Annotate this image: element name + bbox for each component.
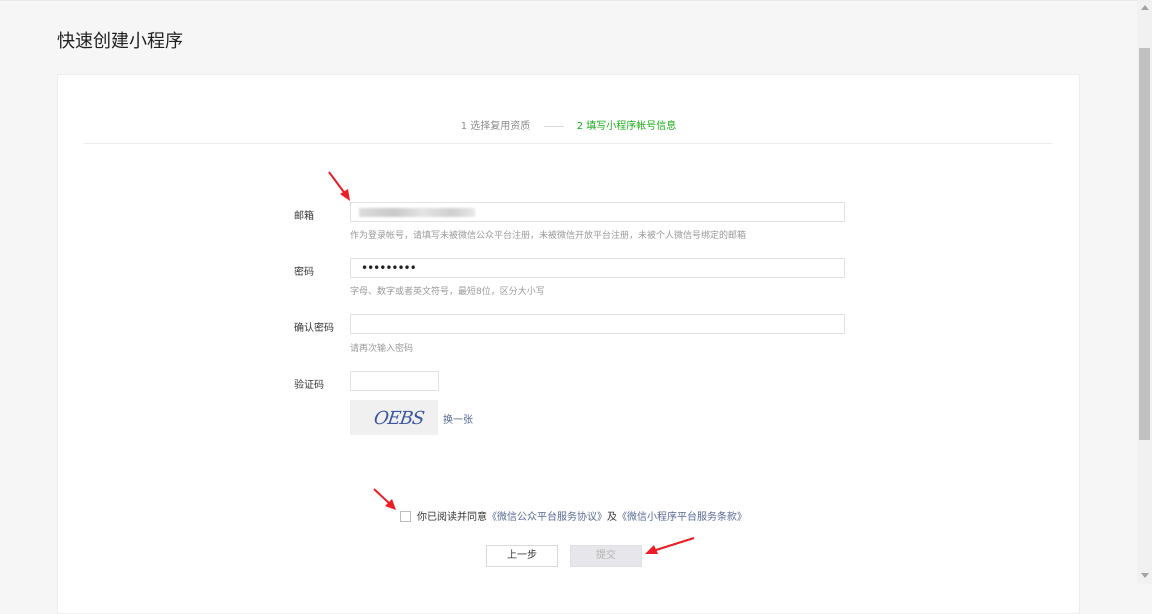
confirm-password-hint: 请再次输入密码 [350,344,414,354]
form-card: 1 选择复用资质 2 填写小程序帐号信息 邮箱 作为登录帐号，请填写未被微信公众… [57,74,1080,614]
scroll-up-icon[interactable] [1141,5,1149,10]
password-input[interactable]: ••••••••• [350,258,845,278]
vertical-scrollbar[interactable] [1137,0,1152,584]
email-input[interactable] [350,202,845,222]
scroll-down-icon[interactable] [1141,573,1149,578]
page: 快速创建小程序 1 选择复用资质 2 填写小程序帐号信息 邮箱 作为登录帐号，请… [0,0,1137,614]
email-hint: 作为登录帐号，请填写未被微信公众平台注册，未被微信开放平台注册，未被个人微信号绑… [350,231,747,241]
confirm-password-label: 确认密码 [294,323,334,334]
captcha-image[interactable]: OEBS [350,400,438,435]
agreement-conjunction: 及 [607,512,617,523]
captcha-refresh-link[interactable]: 换一张 [443,411,473,426]
agreement-row: 你已阅读并同意《微信公众平台服务协议》及《微信小程序平台服务条款》 [400,508,747,523]
annotation-arrow-email [328,171,350,201]
prev-step-button[interactable]: 上一步 [486,545,558,567]
password-mask: ••••••••• [361,261,417,275]
scrollbar-thumb[interactable] [1139,48,1150,440]
submit-button[interactable]: 提交 [570,545,642,567]
password-label: 密码 [294,267,314,278]
blurred-email-value [359,208,475,217]
captcha-label: 验证码 [294,380,324,391]
service-agreement-link[interactable]: 《微信公众平台服务协议》 [487,512,607,523]
steps-divider [84,143,1052,144]
annotation-arrow-submit [645,537,695,554]
agreement-checkbox[interactable] [400,511,411,522]
step-2-active: 2 填写小程序帐号信息 [576,121,677,132]
page-title: 快速创建小程序 [57,31,183,52]
captcha-image-text: OEBS [372,408,425,429]
step-separator [543,125,564,127]
step-indicator: 1 选择复用资质 2 填写小程序帐号信息 [58,117,1079,132]
captcha-input[interactable] [350,371,439,391]
confirm-password-input[interactable] [350,314,845,334]
agreement-prefix: 你已阅读并同意 [417,512,487,523]
annotation-arrow-checkbox [373,488,396,510]
step-1: 1 选择复用资质 [460,121,531,132]
mini-program-terms-link[interactable]: 《微信小程序平台服务条款》 [617,512,747,523]
email-label: 邮箱 [294,211,314,222]
password-hint: 字母、数字或者英文符号，最短8位，区分大小写 [350,287,545,297]
